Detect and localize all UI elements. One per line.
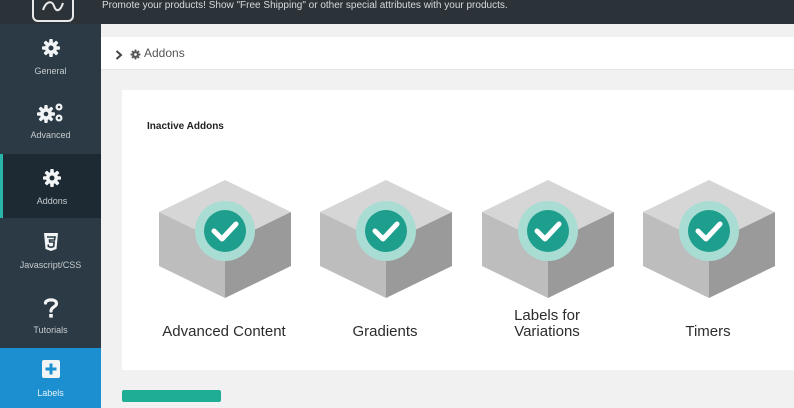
top-banner: Promote your products! Show "Free Shippi…	[0, 0, 794, 24]
gear-icon	[0, 38, 101, 60]
gear-icon	[130, 47, 141, 65]
sidebar-item-general[interactable]: General	[0, 24, 101, 88]
addon-name: Timers	[685, 323, 731, 340]
breadcrumb: Addons	[101, 37, 794, 70]
plus-square-icon	[0, 360, 101, 382]
gears-icon	[0, 102, 101, 124]
cube-icon	[159, 180, 291, 298]
sidebar-item-label: Labels	[37, 388, 64, 398]
sidebar-item-addons[interactable]: Addons	[0, 154, 101, 218]
section-title: Inactive Addons	[147, 121, 224, 132]
plugin-logo	[32, 0, 74, 22]
header-description: Promote your products! Show "Free Shippi…	[102, 0, 508, 11]
cube-icon	[320, 180, 452, 298]
save-button[interactable]	[122, 390, 221, 402]
sidebar-item-javascript-css[interactable]: Javascript/CSS	[0, 218, 101, 282]
sidebar-item-advanced[interactable]: Advanced	[0, 88, 101, 152]
sidebar: General Advanced Addons Javascript/CSS T…	[0, 24, 101, 408]
sidebar-item-label: Tutorials	[33, 325, 68, 335]
addon-advanced-content[interactable]: Advanced Content	[149, 178, 299, 360]
sidebar-item-label: Advanced	[30, 130, 71, 140]
addon-labels-for-variations[interactable]: Labels for Variations	[472, 178, 622, 360]
cube-icon	[643, 180, 775, 298]
css3-icon	[0, 232, 101, 254]
addon-name: Labels for	[514, 307, 580, 324]
logo-icon	[42, 1, 64, 12]
gear-icon	[3, 168, 101, 190]
breadcrumb-current[interactable]: Addons	[144, 46, 185, 60]
sidebar-item-label: Addons	[36, 196, 68, 206]
sidebar-item-tutorials[interactable]: Tutorials	[0, 283, 101, 347]
addon-timers[interactable]: Timers	[633, 178, 783, 360]
cube-icon	[482, 180, 614, 298]
addon-gradients[interactable]: Gradients	[310, 178, 460, 360]
addons-panel: Inactive Addons Advanced Content Gradien…	[122, 90, 794, 370]
question-icon	[0, 297, 101, 319]
sidebar-item-labels[interactable]: Labels	[0, 348, 101, 408]
sidebar-item-label: General	[34, 66, 67, 76]
sidebar-item-label: Javascript/CSS	[19, 260, 82, 270]
chevron-right-icon	[115, 47, 123, 65]
